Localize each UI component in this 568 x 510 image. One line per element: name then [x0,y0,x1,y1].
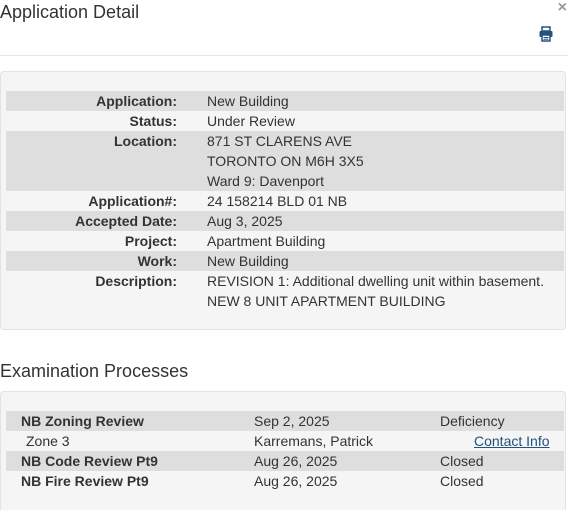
detail-row-work: Work: New Building [6,251,564,271]
location-line-1: 871 ST CLARENS AVE [207,133,352,149]
detail-row-location: Location: 871 ST CLARENS AVE TORONTO ON … [6,131,564,191]
examination-processes-title: Examination Processes [0,361,189,381]
detail-label: Location: [114,133,177,149]
location-line-2: TORONTO ON M6H 3X5 [207,153,364,169]
exam-date: Sep 2, 2025 [254,413,330,429]
detail-value: New Building [207,253,289,269]
detail-row-application: Application: New Building [6,91,564,111]
detail-row-status: Status: Under Review [6,111,564,131]
exam-zone: Zone 3 [26,433,70,449]
detail-label: Project: [124,233,177,249]
exam-date: Aug 26, 2025 [254,473,338,489]
exam-row: Zone 3 Karremans, Patrick Contact Info [6,431,564,451]
exam-status: Deficiency [440,413,505,429]
exam-name: NB Code Review Pt9 [21,453,158,469]
exam-status: Closed [440,473,484,489]
detail-label: Work: [137,253,177,269]
detail-value: Apartment Building [207,233,326,249]
contact-info-link[interactable]: Contact Info [474,431,550,451]
exam-date: Aug 26, 2025 [254,453,338,469]
exam-row: NB Code Review Pt9 Aug 26, 2025 Closed [6,451,564,471]
location-line-3: Ward 9: Davenport [207,173,324,189]
close-icon[interactable]: × [558,0,567,16]
examination-processes-panel: NB Zoning Review Sep 2, 2025 Deficiency … [0,391,566,510]
detail-label: Description: [95,273,177,289]
exam-row: NB Zoning Review Sep 2, 2025 Deficiency [6,411,564,431]
exam-name: NB Fire Review Pt9 [21,473,149,489]
detail-row-accepted-date: Accepted Date: Aug 3, 2025 [6,211,564,231]
printer-icon[interactable] [539,26,553,42]
detail-value: New Building [207,93,289,109]
description-line-1: REVISION 1: Additional dwelling unit wit… [207,273,544,289]
detail-value: 24 158214 BLD 01 NB [207,193,348,209]
page-title: Application Detail [0,2,140,22]
exam-row: NB Fire Review Pt9 Aug 26, 2025 Closed [6,471,564,491]
detail-row-application-number: Application#: 24 158214 BLD 01 NB [6,191,564,211]
application-detail-panel: Application: New Building Status: Under … [0,71,566,330]
detail-row-description: Description: REVISION 1: Additional dwel… [6,271,564,311]
detail-label: Status: [129,113,177,129]
header-divider [0,55,568,56]
exam-name: NB Zoning Review [21,413,144,429]
exam-examiner: Karremans, Patrick [254,433,374,449]
description-line-2: NEW 8 UNIT APARTMENT BUILDING [207,293,446,309]
detail-label: Accepted Date: [75,213,177,229]
exam-status: Closed [440,453,484,469]
detail-value: Under Review [207,113,295,129]
detail-row-project: Project: Apartment Building [6,231,564,251]
detail-value: Aug 3, 2025 [207,213,283,229]
detail-label: Application#: [88,193,177,209]
detail-label: Application: [96,93,177,109]
